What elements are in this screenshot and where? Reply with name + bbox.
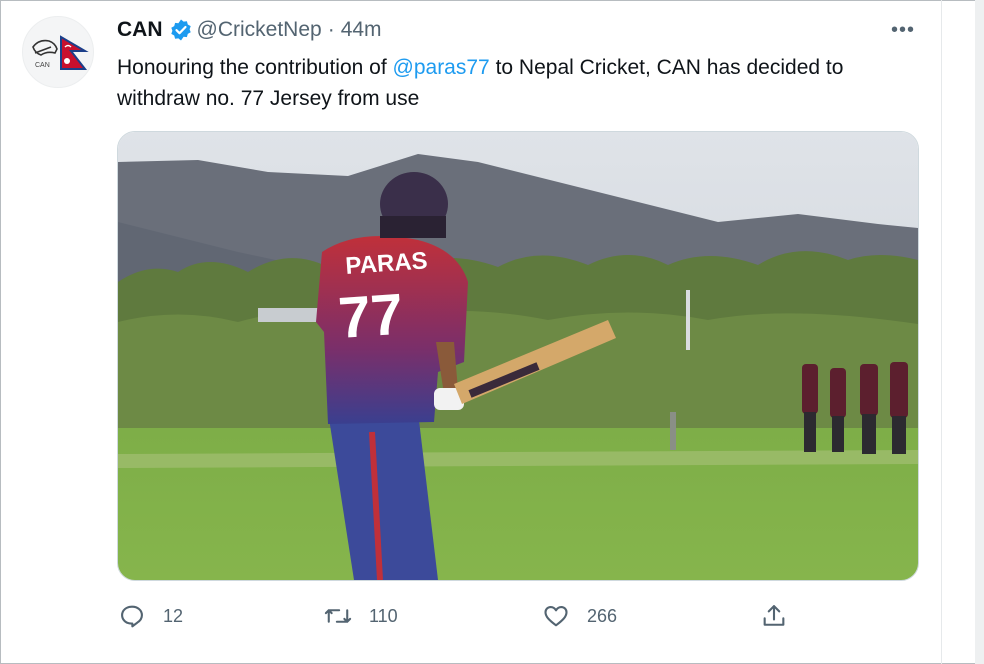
more-horizontal-icon[interactable]: •••	[886, 18, 920, 42]
tweet-text-before: Honouring the contribution of	[117, 56, 393, 79]
tweet-photo[interactable]: PARAS 77	[117, 131, 919, 581]
avatar[interactable]: CAN	[22, 16, 94, 88]
reply-count: 12	[163, 605, 184, 626]
display-name[interactable]: CAN	[117, 18, 163, 42]
retweet-icon	[323, 601, 353, 631]
mention-link[interactable]: @paras77	[393, 56, 490, 79]
tweet-actions: 12 110 266	[117, 598, 797, 634]
reply-icon	[117, 601, 147, 631]
avatar-logo-text: CAN	[35, 62, 50, 69]
retweet-button[interactable]: 110	[323, 598, 398, 634]
heart-icon	[541, 601, 571, 631]
header-separator: ·	[327, 18, 335, 41]
like-count: 266	[587, 605, 618, 626]
timeline-divider	[941, 0, 942, 664]
verified-badge-icon	[169, 18, 193, 42]
share-button[interactable]	[759, 598, 805, 634]
cricket-photo: PARAS 77	[118, 132, 918, 580]
tweet-timestamp[interactable]: 44m	[341, 18, 382, 42]
tweet[interactable]: CAN CAN @CricketNep · 44m ••• Honouring …	[0, 0, 940, 664]
user-handle[interactable]: @CricketNep	[197, 18, 322, 42]
retweet-count: 110	[369, 605, 398, 626]
reply-button[interactable]: 12	[117, 598, 183, 634]
tweet-text: Honouring the contribution of @paras77 t…	[117, 52, 927, 114]
like-button[interactable]: 266	[541, 598, 617, 634]
jersey-name: PARAS	[345, 247, 429, 280]
share-icon	[759, 601, 789, 631]
scrollbar-track[interactable]	[975, 0, 984, 664]
jersey-number: 77	[336, 282, 405, 351]
tweet-header: CAN @CricketNep · 44m	[117, 17, 382, 43]
can-logo: CAN	[32, 35, 89, 70]
